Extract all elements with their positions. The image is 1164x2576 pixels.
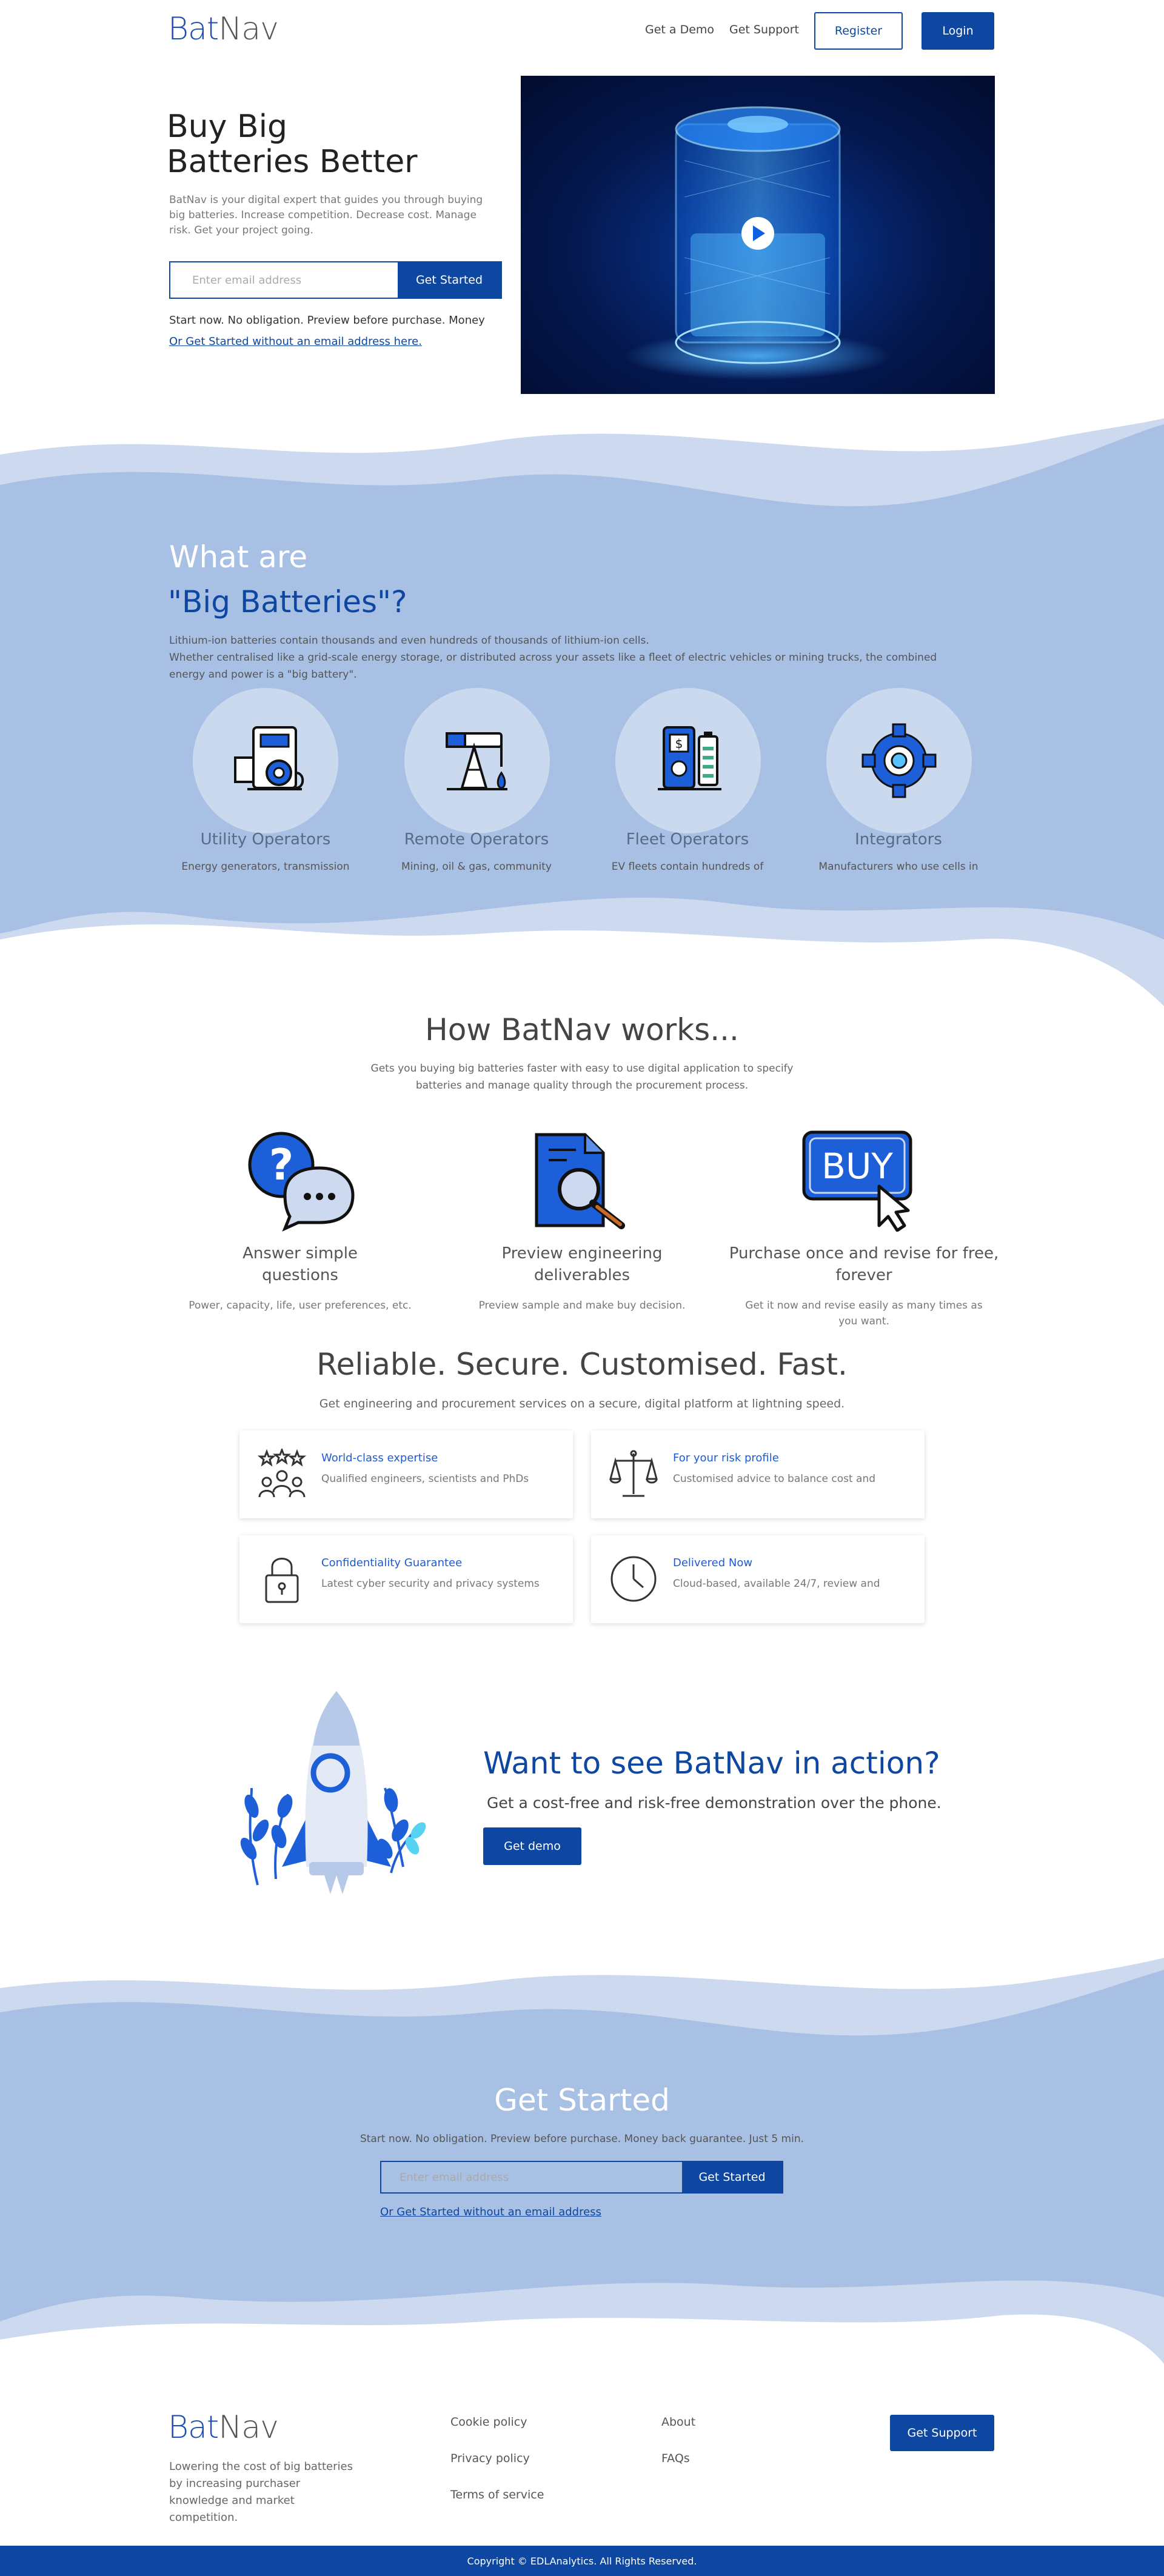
how-works-desc-line2: batteries and manage quality through the… xyxy=(415,1079,749,1092)
step-title-answer-line2: questions xyxy=(262,1266,338,1284)
hero-email-input[interactable] xyxy=(170,262,398,298)
feature-card-delivered: Delivered Now Cloud-based, available 24/… xyxy=(591,1535,925,1623)
operator-desc-utility: Energy generators, transmission xyxy=(181,861,350,873)
footer-logo-bat: Bat xyxy=(168,2409,219,2446)
integrators-circle xyxy=(826,688,972,833)
register-button[interactable]: Register xyxy=(814,12,903,50)
scales-icon xyxy=(609,1450,658,1497)
get-started-alt-link[interactable]: Or Get Started without an email address xyxy=(380,2206,601,2218)
feature-card-expertise: World-class expertise Qualified engineer… xyxy=(239,1430,573,1518)
card-desc-delivered: Cloud-based, available 24/7, review and xyxy=(673,1578,880,1590)
step-desc-preview: Preview sample and make buy decision. xyxy=(478,1300,686,1312)
card-desc-confidentiality: Latest cyber security and privacy system… xyxy=(321,1578,540,1590)
step-title-purchase-line1: Purchase once and revise for free, xyxy=(729,1244,999,1263)
fleet-operators-circle: $ xyxy=(615,688,761,833)
footer-get-support-button[interactable]: Get Support xyxy=(890,2415,994,2451)
nav-get-support[interactable]: Get Support xyxy=(729,23,799,36)
remote-operators-circle xyxy=(404,688,550,833)
document-search-icon xyxy=(535,1133,625,1229)
operator-title-utility: Utility Operators xyxy=(200,830,331,849)
utility-icon xyxy=(234,726,304,790)
footer-logo[interactable]: BatNav xyxy=(168,2409,279,2446)
card-desc-risk-profile: Customised advice to balance cost and xyxy=(673,1473,876,1485)
buy-button-icon: BUY xyxy=(802,1130,912,1232)
svg-text:$: $ xyxy=(675,736,683,751)
hero-video[interactable] xyxy=(521,76,995,394)
operator-title-remote: Remote Operators xyxy=(404,830,549,849)
lock-icon xyxy=(265,1558,299,1603)
operator-title-integrators: Integrators xyxy=(855,830,942,849)
how-works-title: How BatNav works... xyxy=(425,1012,739,1047)
what-are-desc-line1: Lithium-ion batteries contain thousands … xyxy=(169,635,649,647)
cta-title: Want to see BatNav in action? xyxy=(483,1746,940,1781)
operator-title-fleet: Fleet Operators xyxy=(626,830,749,849)
clock-icon xyxy=(610,1556,657,1602)
what-are-background-waves xyxy=(0,418,1164,1012)
operator-desc-remote: Mining, oil & gas, community xyxy=(401,861,552,873)
footer-link-about[interactable]: About xyxy=(661,2415,695,2429)
what-are-title: What are xyxy=(169,539,308,575)
step-title-preview-line1: Preview engineering xyxy=(501,1244,663,1263)
hero-alt-link[interactable]: Or Get Started without an email address … xyxy=(169,335,422,348)
experts-icon xyxy=(258,1449,306,1498)
login-button[interactable]: Login xyxy=(921,12,994,50)
footer-link-privacy-policy[interactable]: Privacy policy xyxy=(450,2452,530,2465)
nav-get-demo[interactable]: Get a Demo xyxy=(645,23,714,36)
get-started-desc: Start now. No obligation. Preview before… xyxy=(360,2133,804,2145)
hero-note: Start now. No obligation. Preview before… xyxy=(169,314,485,327)
card-title-expertise: World-class expertise xyxy=(321,1452,438,1464)
gear-icon xyxy=(861,723,937,798)
footer-link-cookie-policy[interactable]: Cookie policy xyxy=(450,2415,527,2429)
hero-email-form: Get Started xyxy=(169,261,502,299)
get-started-email-form: Get Started xyxy=(380,2161,783,2194)
cta-desc: Get a cost-free and risk-free demonstrat… xyxy=(487,1794,942,1812)
hero-get-started-button[interactable]: Get Started xyxy=(398,262,501,298)
hero-description: BatNav is your digital expert that guide… xyxy=(169,194,483,236)
get-started-email-input[interactable] xyxy=(381,2162,682,2192)
feature-card-risk-profile: For your risk profile Customised advice … xyxy=(591,1430,925,1518)
svg-text:BUY: BUY xyxy=(821,1146,893,1187)
feature-card-confidentiality: Confidentiality Guarantee Latest cyber s… xyxy=(239,1535,573,1623)
hero-title: Buy Big Batteries Better xyxy=(167,108,418,180)
ev-charger-icon: $ xyxy=(658,726,721,790)
oil-pump-icon xyxy=(446,732,507,790)
battery-glow-illustration xyxy=(624,106,891,380)
logo-nav: Nav xyxy=(218,11,279,47)
get-started-title: Get Started xyxy=(494,2083,670,2118)
reliable-desc: Get engineering and procurement services… xyxy=(319,1397,845,1410)
get-demo-button[interactable]: Get demo xyxy=(483,1827,581,1865)
footer-link-terms[interactable]: Terms of service xyxy=(450,2488,544,2501)
what-are-desc-line2: Whether centralised like a grid-scale en… xyxy=(169,652,937,681)
step-desc-answer: Power, capacity, life, user preferences,… xyxy=(189,1300,412,1312)
utility-operators-circle xyxy=(193,688,338,833)
get-started-submit-button[interactable]: Get Started xyxy=(682,2162,782,2192)
what-are-subtitle: "Big Batteries"? xyxy=(168,584,407,619)
step-title-answer-line1: Answer simple xyxy=(242,1244,358,1263)
how-works-desc-line1: Gets you buying big batteries faster wit… xyxy=(370,1063,794,1075)
reliable-title: Reliable. Secure. Customised. Fast. xyxy=(316,1347,848,1382)
logo-bat: Bat xyxy=(168,11,219,47)
rocket-illustration xyxy=(240,1691,426,1894)
copyright-bar: Copyright © EDLAnalytics. All Rights Res… xyxy=(0,2546,1164,2576)
step-desc-purchase-line2: you want. xyxy=(838,1315,889,1327)
header-logo[interactable]: BatNav xyxy=(168,11,279,47)
card-title-confidentiality: Confidentiality Guarantee xyxy=(321,1557,463,1569)
footer-description: Lowering the cost of big batteries by in… xyxy=(169,2460,353,2524)
card-title-risk-profile: For your risk profile xyxy=(673,1452,779,1464)
step-desc-purchase-line1: Get it now and revise easily as many tim… xyxy=(745,1300,983,1312)
operator-desc-integrators: Manufacturers who use cells in xyxy=(818,861,978,873)
copyright-text: Copyright © EDLAnalytics. All Rights Res… xyxy=(467,2555,697,2567)
question-chat-icon: ? xyxy=(248,1132,355,1232)
operator-desc-fleet: EV fleets contain hundreds of xyxy=(611,861,764,873)
step-title-purchase-line2: forever xyxy=(835,1266,892,1284)
footer-link-faqs[interactable]: FAQs xyxy=(661,2452,690,2465)
card-desc-expertise: Qualified engineers, scientists and PhDs xyxy=(321,1473,529,1485)
card-title-delivered: Delivered Now xyxy=(673,1557,753,1569)
footer-logo-nav: Nav xyxy=(218,2409,279,2446)
step-title-preview-line2: deliverables xyxy=(534,1266,630,1284)
